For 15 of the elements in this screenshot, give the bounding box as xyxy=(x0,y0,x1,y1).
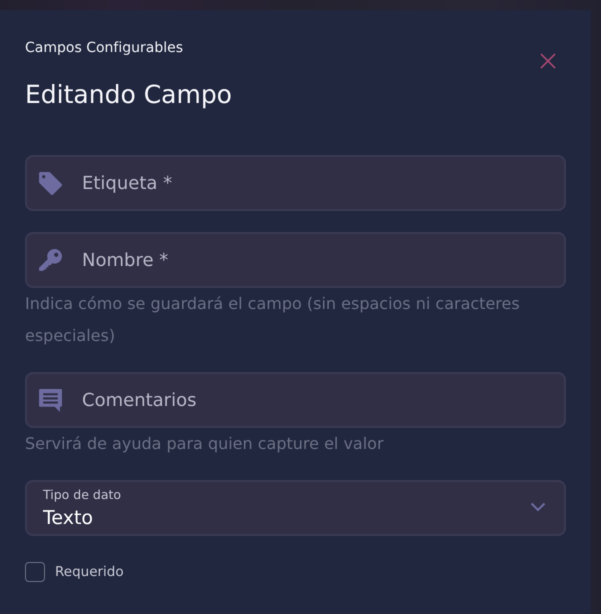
comments-input[interactable]: Comentarios xyxy=(25,372,566,428)
close-icon xyxy=(540,53,556,69)
modal-subtitle: Campos Configurables xyxy=(25,39,184,58)
select-label: Tipo de dato xyxy=(43,487,122,503)
tag-icon xyxy=(38,171,63,196)
modal-title: Editando Campo xyxy=(25,79,233,111)
label-input[interactable]: Etiqueta * xyxy=(25,155,566,211)
key-icon xyxy=(38,248,63,273)
help-text: Servirá de ayuda para quien capture el valor xyxy=(25,433,385,455)
comment-icon xyxy=(38,388,63,413)
name-input[interactable]: Nombre * xyxy=(25,232,566,288)
help-text: Indica cómo se guardará el campo (sin espacios ni caracteres especiales) xyxy=(25,293,521,347)
chevron-down-icon xyxy=(530,502,546,512)
required-checkbox[interactable] xyxy=(25,562,45,582)
checkbox-label[interactable]: Requerido xyxy=(55,562,124,582)
